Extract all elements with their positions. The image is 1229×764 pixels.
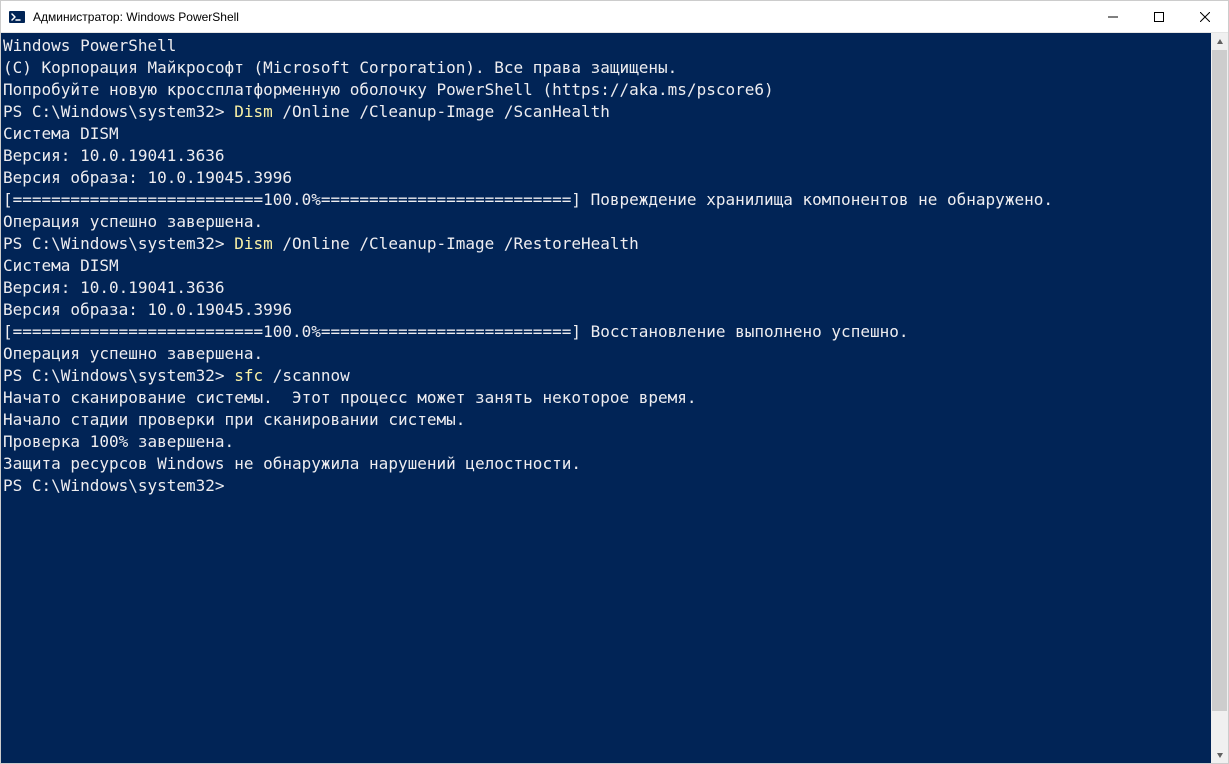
titlebar-left: Администратор: Windows PowerShell [9, 9, 239, 25]
prompt-line: PS C:\Windows\system32> Dism /Online /Cl… [3, 233, 1209, 255]
minimize-button[interactable] [1090, 1, 1136, 32]
command-name: sfc [234, 366, 263, 385]
prompt-prefix: PS C:\Windows\system32> [3, 234, 234, 253]
maximize-button[interactable] [1136, 1, 1182, 32]
command-args: /scannow [263, 366, 350, 385]
powershell-window: Администратор: Windows PowerShell Window… [0, 0, 1229, 764]
output-line: Попробуйте новую кроссплатформенную обол… [3, 79, 1209, 101]
progress-line: [==========================100.0%=======… [3, 189, 1209, 211]
output-line: Версия: 10.0.19041.3636 [3, 145, 1209, 167]
output-line: Защита ресурсов Windows не обнаружила на… [3, 453, 1209, 475]
window-controls [1090, 1, 1228, 32]
titlebar[interactable]: Администратор: Windows PowerShell [1, 1, 1228, 33]
command-args: /Online /Cleanup-Image /RestoreHealth [273, 234, 639, 253]
output-line: Cистема DISM [3, 255, 1209, 277]
output-line: Проверка 100% завершена. [3, 431, 1209, 453]
window-title: Администратор: Windows PowerShell [33, 10, 239, 24]
output-line: Версия: 10.0.19041.3636 [3, 277, 1209, 299]
output-line: Версия образа: 10.0.19045.3996 [3, 167, 1209, 189]
close-button[interactable] [1182, 1, 1228, 32]
terminal-output[interactable]: Windows PowerShell(C) Корпорация Майкрос… [1, 33, 1211, 763]
output-line: Операция успешно завершена. [3, 343, 1209, 365]
command-name: Dism [234, 102, 273, 121]
scroll-track[interactable] [1211, 50, 1228, 746]
output-line: Версия образа: 10.0.19045.3996 [3, 299, 1209, 321]
output-line: Cистема DISM [3, 123, 1209, 145]
output-line: (C) Корпорация Майкрософт (Microsoft Cor… [3, 57, 1209, 79]
output-line: Начало стадии проверки при сканировании … [3, 409, 1209, 431]
scroll-thumb[interactable] [1212, 50, 1227, 711]
prompt-line: PS C:\Windows\system32> [3, 475, 1209, 497]
prompt-prefix: PS C:\Windows\system32> [3, 366, 234, 385]
output-line: Начато сканирование системы. Этот процес… [3, 387, 1209, 409]
scroll-up-arrow-icon[interactable] [1211, 33, 1228, 50]
prompt-prefix: PS C:\Windows\system32> [3, 476, 225, 495]
command-args: /Online /Cleanup-Image /ScanHealth [273, 102, 610, 121]
progress-line: [==========================100.0%=======… [3, 321, 1209, 343]
output-line: Операция успешно завершена. [3, 211, 1209, 233]
command-name: Dism [234, 234, 273, 253]
scroll-down-arrow-icon[interactable] [1211, 746, 1228, 763]
terminal-area: Windows PowerShell(C) Корпорация Майкрос… [1, 33, 1228, 763]
prompt-line: PS C:\Windows\system32> sfc /scannow [3, 365, 1209, 387]
prompt-line: PS C:\Windows\system32> Dism /Online /Cl… [3, 101, 1209, 123]
prompt-prefix: PS C:\Windows\system32> [3, 102, 234, 121]
powershell-icon [9, 9, 25, 25]
output-line: Windows PowerShell [3, 35, 1209, 57]
vertical-scrollbar[interactable] [1211, 33, 1228, 763]
